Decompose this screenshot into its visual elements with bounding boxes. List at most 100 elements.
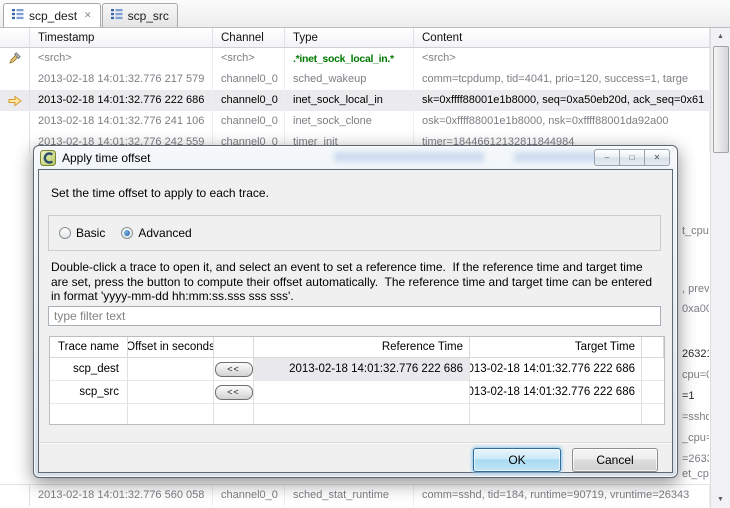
cell-empty: [128, 404, 214, 424]
cancel-button[interactable]: Cancel: [572, 448, 658, 472]
mode-radio-group: Basic Advanced: [48, 215, 661, 251]
radio-basic-label: Basic: [76, 226, 105, 240]
close-icon[interactable]: ✕: [644, 149, 670, 166]
column-header-type[interactable]: Type: [285, 28, 414, 48]
cell-channel[interactable]: channel0_0: [213, 90, 285, 111]
cell-trace-name[interactable]: scp_src: [50, 381, 128, 403]
column-header-trace-name[interactable]: Trace name: [50, 337, 128, 357]
scroll-down-icon[interactable]: ▼: [711, 491, 730, 508]
ok-button[interactable]: OK: [473, 448, 561, 472]
column-header-reference-time[interactable]: Reference Time: [254, 337, 470, 357]
dialog-instructions: Double-click a trace to open it, and sel…: [51, 260, 662, 304]
radio-circle-selected-icon[interactable]: [121, 227, 133, 239]
cell-type[interactable]: sched_wakeup: [285, 69, 414, 90]
occluded-row-fragment: =sshd: [682, 411, 709, 423]
cell-empty: [214, 404, 254, 424]
offset-table-empty-row: [50, 404, 664, 424]
cell-reference-time[interactable]: [254, 381, 470, 403]
cell-reference-time[interactable]: 2013-02-18 14:01:32.776 222 686: [254, 358, 470, 380]
column-header-filler: [642, 337, 664, 357]
cell-empty: [642, 404, 664, 424]
cell-filler: [642, 358, 664, 380]
minimize-icon[interactable]: –: [594, 149, 620, 166]
search-cell-type[interactable]: .*inet_sock_local_in.*: [285, 48, 414, 69]
copy-target-to-reference-button[interactable]: <<: [215, 362, 253, 377]
cell-content[interactable]: sk=0xffff88001e1b8000, seq=0xa50eb20d, a…: [414, 90, 710, 111]
cell-button: <<: [214, 381, 254, 403]
cell-type[interactable]: inet_sock_local_in: [285, 90, 414, 111]
cell-content[interactable]: comm=sshd, tid=184, runtime=90719, vrunt…: [414, 485, 710, 506]
row-gutter: [0, 69, 30, 90]
maximize-icon[interactable]: □: [619, 149, 645, 166]
cell-button: <<: [214, 358, 254, 380]
events-list-icon: [111, 8, 123, 23]
search-pen-icon: [0, 48, 30, 69]
table-row[interactable]: 2013-02-18 14:01:32.776 560 058 channel0…: [0, 484, 710, 506]
dialog-title-bar[interactable]: Apply time offset – □ ✕: [34, 146, 677, 169]
events-table: Timestamp Channel Type Content <srch> <s…: [0, 28, 710, 153]
tab-label: scp_src: [128, 9, 169, 23]
occluded-row-fragment: cpu=0: [682, 369, 709, 381]
table-row[interactable]: 2013-02-18 14:01:32.776 217 579 channel0…: [0, 69, 710, 90]
scrollbar-thumb[interactable]: [713, 46, 729, 153]
radio-advanced[interactable]: Advanced: [121, 226, 191, 240]
cell-content[interactable]: comm=tcpdump, tid=4041, prio=120, succes…: [414, 69, 710, 90]
search-cell-channel[interactable]: <srch>: [213, 48, 285, 69]
column-header-timestamp[interactable]: Timestamp: [30, 28, 213, 48]
table-row-selected[interactable]: 2013-02-18 14:01:32.776 222 686 channel0…: [0, 90, 710, 111]
cell-content[interactable]: osk=0xffff88001e1b8000, nsk=0xffff88001d…: [414, 111, 710, 132]
cell-empty: [470, 404, 642, 424]
column-header-button[interactable]: [214, 337, 254, 357]
cell-target-time[interactable]: 2013-02-18 14:01:32.776 222 686: [470, 358, 642, 380]
cell-trace-name[interactable]: scp_dest: [50, 358, 128, 380]
cell-timestamp[interactable]: 2013-02-18 14:01:32.776 222 686: [30, 90, 213, 111]
scroll-up-icon[interactable]: ▲: [711, 28, 730, 45]
radio-basic[interactable]: Basic: [59, 226, 105, 240]
cell-offset[interactable]: [128, 358, 214, 380]
tab-scp-src[interactable]: scp_src: [102, 3, 178, 27]
search-cell-timestamp[interactable]: <srch>: [30, 48, 213, 69]
row-gutter: [0, 485, 30, 506]
cell-target-time[interactable]: 2013-02-18 14:01:32.776 222 686: [470, 381, 642, 403]
button-bar-separator: [39, 442, 672, 444]
filter-input[interactable]: [48, 306, 661, 326]
window-controls: – □ ✕: [595, 149, 670, 166]
offset-table-row-scp-src[interactable]: scp_src << 2013-02-18 14:01:32.776 222 6…: [50, 381, 664, 404]
tab-scp-dest[interactable]: scp_dest ✕: [3, 3, 101, 27]
occluded-row-fragment: =1: [682, 390, 709, 402]
column-header-offset[interactable]: Offset in seconds: [128, 337, 214, 357]
dialog-header-text: Set the time offset to apply to each tra…: [51, 186, 269, 200]
row-gutter: [0, 111, 30, 132]
cell-offset[interactable]: [128, 381, 214, 403]
cell-type[interactable]: sched_stat_runtime: [285, 485, 414, 506]
column-header-target-time[interactable]: Target Time: [470, 337, 642, 357]
events-list-icon: [12, 8, 24, 23]
occluded-row-fragment: =2633: [682, 453, 709, 465]
table-row[interactable]: 2013-02-18 14:01:32.776 241 106 channel0…: [0, 111, 710, 132]
column-header-channel[interactable]: Channel: [213, 28, 285, 48]
dialog-title: Apply time offset: [62, 151, 151, 165]
copy-target-to-reference-button[interactable]: <<: [215, 385, 253, 400]
radio-circle-icon[interactable]: [59, 227, 71, 239]
vertical-scrollbar[interactable]: ▲ ▼: [710, 28, 730, 508]
close-tab-icon[interactable]: ✕: [84, 10, 92, 21]
cell-timestamp[interactable]: 2013-02-18 14:01:32.776 217 579: [30, 69, 213, 90]
row-gutter: [0, 132, 30, 153]
occluded-row-fragment: et_cpu: [682, 468, 709, 480]
events-table-header: Timestamp Channel Type Content: [0, 28, 710, 48]
occluded-row-fragment: 26321: [682, 348, 709, 360]
cell-channel[interactable]: channel0_0: [213, 111, 285, 132]
cell-channel[interactable]: channel0_0: [213, 485, 285, 506]
search-filter-row[interactable]: <srch> <srch> .*inet_sock_local_in.* <sr…: [0, 48, 710, 69]
cell-filler: [642, 381, 664, 403]
application-window: scp_dest ✕ scp_src Timestamp Channel Typ…: [0, 0, 730, 508]
cell-timestamp[interactable]: 2013-02-18 14:01:32.776 241 106: [30, 111, 213, 132]
column-header-content[interactable]: Content: [414, 28, 710, 48]
offset-table-header: Trace name Offset in seconds Reference T…: [50, 337, 664, 358]
cell-timestamp[interactable]: 2013-02-18 14:01:32.776 560 058: [30, 485, 213, 506]
editor-tab-bar: scp_dest ✕ scp_src: [0, 0, 730, 28]
cell-channel[interactable]: channel0_0: [213, 69, 285, 90]
offset-table-row-scp-dest[interactable]: scp_dest << 2013-02-18 14:01:32.776 222 …: [50, 358, 664, 381]
search-cell-content[interactable]: <srch>: [414, 48, 710, 69]
cell-type[interactable]: inet_sock_clone: [285, 111, 414, 132]
